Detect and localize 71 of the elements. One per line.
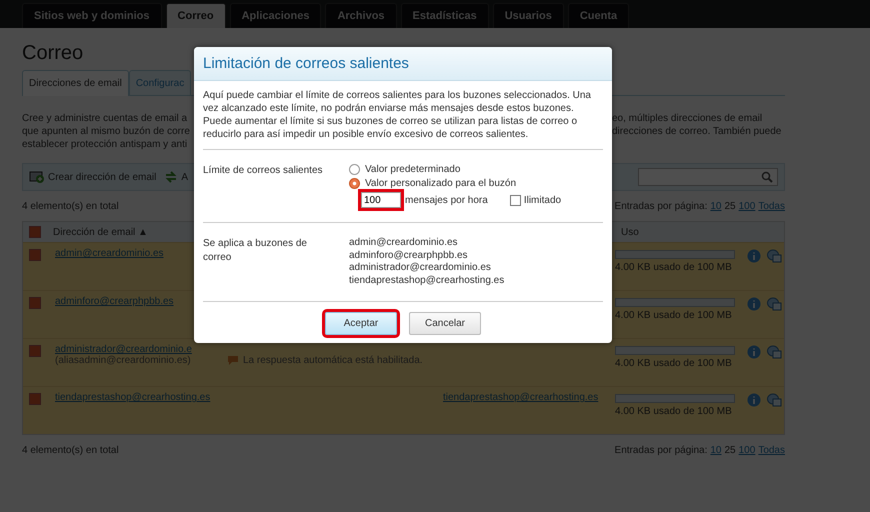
usage-text: 4.00 KB usado de 100 MB — [615, 309, 733, 322]
radio-button[interactable] — [349, 164, 360, 175]
pager-label: Entradas por página: — [614, 444, 708, 456]
select-all-checkbox[interactable] — [29, 226, 41, 238]
mailbox-address: administrador@creardominio.es — [349, 262, 492, 274]
email-link[interactable]: tiendaprestashop@crearhosting.es — [55, 392, 210, 403]
usage-text: 4.00 KB usado de 100 MB — [615, 357, 733, 370]
dialog-intro: Aquí puede cambiar el límite de correos salientes para los buzones seleccionados. Una vez alcanzado este límite, no podrán enviarse más mensajes desde estos buzones. Puede aumentar el límite si sus buzones de correo se utilizan para listas de correo o reducirlo para así impedir un posible envío excesivo de correos salientes. — [203, 89, 592, 141]
page-size-link[interactable]: 10 — [710, 200, 722, 212]
radio-option[interactable]: Valor personalizado para el buzón — [349, 178, 603, 189]
page-size-current: 25 — [724, 444, 736, 456]
nav-tab[interactable]: Correo — [166, 3, 226, 28]
page-size-link[interactable]: Todas — [758, 200, 785, 212]
field-label: Se aplica a buzones de correo — [203, 237, 308, 265]
item-count: 4 elemento(s) en total — [22, 444, 119, 456]
dialog-button[interactable]: Cancelar — [409, 312, 481, 335]
radio-button[interactable] — [349, 178, 360, 189]
info-icon — [747, 249, 761, 263]
page-size-current: 25 — [724, 200, 736, 212]
column-header[interactable]: Uso — [621, 226, 639, 238]
page-tab[interactable]: Direcciones de email — [22, 70, 129, 96]
item-count: 4 elemento(s) en total — [22, 200, 119, 212]
info-icon — [747, 297, 761, 311]
page-title: Correo — [22, 42, 84, 65]
row-checkbox[interactable] — [29, 345, 41, 357]
dialog-button[interactable]: Aceptar — [325, 312, 397, 335]
row-checkbox[interactable] — [29, 393, 41, 405]
email-link[interactable]: admin@creardominio.es — [55, 248, 164, 259]
mail-bubble-icon — [767, 393, 782, 407]
page-size-link[interactable]: 10 — [710, 444, 722, 456]
unlimited-option[interactable]: Ilimitado — [510, 194, 562, 206]
toolbar-button[interactable]: A — [164, 170, 188, 184]
mail-bubble-icon — [767, 249, 782, 263]
arrows-icon — [164, 170, 178, 184]
page-size-link[interactable]: Todas — [758, 444, 785, 456]
column-header[interactable]: Dirección de email — [53, 226, 136, 238]
pager-label: Entradas por página: — [614, 200, 708, 212]
page-tab[interactable]: Configurac — [128, 70, 192, 95]
mail-bubble-icon — [767, 345, 782, 359]
row-checkbox[interactable] — [29, 249, 41, 261]
page-size-link[interactable]: 100 — [738, 444, 756, 456]
page-size-link[interactable]: 100 — [738, 200, 756, 212]
sort-arrow: ▲ — [138, 226, 148, 238]
description-text: direcciones de correo. También puede — [612, 125, 782, 138]
unit-label: mensajes por hora — [405, 194, 488, 206]
mail-bubble-icon — [767, 297, 782, 311]
description-text: Cree y administre cuentas de email a — [22, 112, 188, 125]
description-text: establecer protección antispam y anti — [22, 138, 188, 151]
usage-text: 4.00 KB usado de 100 MB — [615, 261, 733, 274]
add-mail-icon — [29, 170, 45, 184]
forward-link[interactable]: tiendaprestashop@crearhosting.es — [443, 392, 615, 403]
mailbox-address: adminforo@crearphpbb.es — [349, 250, 469, 262]
info-icon — [747, 393, 761, 407]
speech-bubble-icon — [227, 355, 239, 366]
usage-text: 4.00 KB usado de 100 MB — [615, 405, 733, 418]
checkbox[interactable] — [510, 194, 521, 206]
email-link[interactable]: administrador@creardominio.e — [55, 344, 192, 355]
row-checkbox[interactable] — [29, 297, 41, 309]
email-link[interactable]: adminforo@crearphpbb.es — [55, 296, 174, 307]
mailbox-address: admin@creardominio.es — [349, 237, 459, 250]
description-text: eo, múltiples direcciones de email — [612, 112, 764, 125]
description-text: que apunten al mismo buzón de corre — [22, 125, 191, 138]
mailbox-address: tiendaprestashop@crearhosting.es — [349, 274, 506, 287]
toolbar-button[interactable]: Crear dirección de email — [29, 170, 156, 184]
dialog-title: Limitación de correos salientes — [203, 55, 409, 72]
search-field[interactable] — [638, 168, 778, 186]
limit-input[interactable]: 100 — [361, 192, 401, 208]
radio-option[interactable]: Valor predeterminado — [349, 164, 603, 175]
field-label: Límite de correos salientes — [203, 164, 324, 178]
search-icon — [761, 171, 773, 183]
info-icon — [747, 345, 761, 359]
